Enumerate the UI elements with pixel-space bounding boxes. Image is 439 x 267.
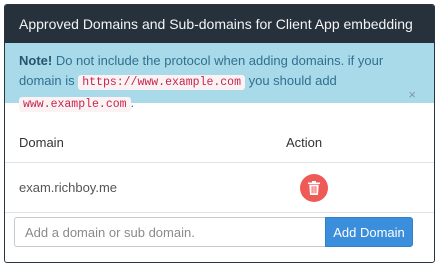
domain-cell: exam.richboy.me	[19, 180, 118, 195]
delete-domain-button[interactable]	[300, 173, 328, 202]
domain-input[interactable]	[14, 217, 325, 247]
trash-icon	[308, 180, 320, 195]
example-protocol-code: https://www.example.com	[78, 75, 245, 90]
note-label: Note!	[19, 53, 53, 68]
domain-column-header: Domain	[19, 135, 64, 150]
add-domain-form: Add Domain	[14, 217, 413, 247]
action-cell	[286, 173, 434, 202]
table-row: exam.richboy.me	[5, 163, 434, 213]
info-alert: Note! Do not include the protocol when a…	[5, 43, 434, 112]
note-text-2: you should add	[244, 73, 337, 88]
example-domain-code: www.example.com	[19, 97, 131, 112]
add-domain-button[interactable]: Add Domain	[325, 217, 413, 247]
note-text-3: .	[130, 95, 135, 110]
panel-title: Approved Domains and Sub-domains for Cli…	[19, 16, 413, 32]
action-column-header: Action	[286, 135, 323, 150]
close-icon[interactable]: ×	[408, 88, 416, 101]
panel-header: Approved Domains and Sub-domains for Cli…	[5, 5, 434, 43]
